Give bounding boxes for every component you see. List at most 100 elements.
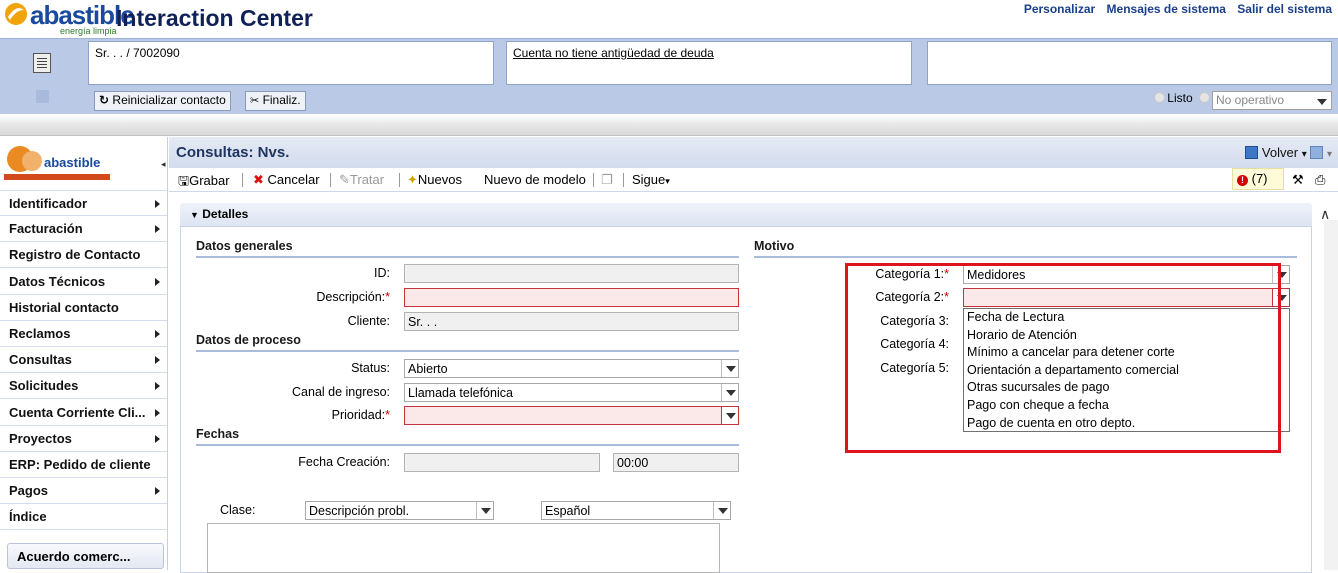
customer-text: Sr. . . / 7002090	[95, 46, 180, 60]
reset-contact-button[interactable]: ↻ Reinicializar contacto	[94, 91, 231, 111]
description-textarea[interactable]	[207, 523, 720, 573]
toolbar-divider	[330, 173, 331, 187]
back-button[interactable]: Volver ▾ ▾	[1245, 145, 1332, 160]
status-select[interactable]: No operativo	[1212, 91, 1332, 110]
copy-icon[interactable]: ❐	[601, 172, 613, 188]
process-data-title: Datos de proceso	[196, 333, 739, 352]
chevron-down-icon[interactable]	[721, 407, 738, 424]
sidebar-item[interactable]: ERP: Pedido de cliente	[0, 452, 167, 478]
window-icon[interactable]	[1310, 146, 1324, 159]
more-label: Sigue	[632, 172, 666, 187]
sidebar-logo-text: abastible	[44, 155, 100, 170]
sidebar-item-label: Solicitudes	[9, 378, 79, 394]
finalize-button[interactable]: ✂ Finaliz.	[245, 91, 306, 111]
more-button[interactable]: Sigue▾	[632, 172, 670, 187]
separator-band	[0, 114, 1338, 136]
status-label: Status:	[351, 361, 390, 375]
description-label: Descripción:*	[316, 290, 390, 304]
back-label: Volver	[1261, 145, 1299, 160]
chevron-down-icon[interactable]: ▾	[1327, 149, 1332, 160]
square-icon	[36, 90, 49, 103]
extra-info-box	[927, 41, 1332, 85]
new-template-button[interactable]: Nuevo de modelo	[484, 172, 586, 187]
toolbar-divider	[623, 173, 624, 187]
channel-value: Llamada telefónica	[408, 386, 513, 400]
context-panel: Sr. . . / 7002090 Cuenta no tiene antigü…	[0, 38, 1338, 114]
id-label: ID:	[374, 266, 390, 280]
priority-select[interactable]	[404, 406, 739, 425]
sidebar-item-label: Historial contacto	[9, 299, 119, 315]
agreement-button[interactable]: Acuerdo comerc...	[7, 543, 164, 569]
sidebar-item-label: Reclamos	[9, 326, 71, 341]
process-button[interactable]: ✎Tratar	[339, 172, 384, 188]
id-field[interactable]	[404, 264, 739, 283]
details-header[interactable]: ▼ Detalles	[180, 203, 1312, 227]
debt-notice-box: Cuenta no tiene antigüedad de deuda	[506, 41, 912, 85]
sidebar-item[interactable]: Identificador	[0, 190, 167, 216]
notes-icon[interactable]	[33, 53, 51, 73]
creation-time-field[interactable]: 00:00	[613, 453, 739, 472]
system-messages-link[interactable]: Mensajes de sistema	[1107, 2, 1226, 16]
agent-status: Listo No operativo	[1154, 91, 1332, 111]
logout-link[interactable]: Salir del sistema	[1237, 2, 1332, 16]
channel-label: Canal de ingreso:	[292, 385, 390, 399]
ready-label: Listo	[1167, 91, 1193, 105]
sidebar-item[interactable]: Facturación	[0, 216, 167, 243]
description-label-text: Descripción:	[316, 290, 386, 304]
sidebar-item[interactable]: Consultas	[0, 347, 167, 374]
sidebar-item[interactable]: Datos Técnicos	[0, 268, 167, 295]
sidebar-item-label: Identificador	[9, 196, 88, 211]
ready-radio[interactable]	[1154, 92, 1166, 103]
personalize-link[interactable]: Personalizar	[1024, 2, 1095, 16]
client-field[interactable]: Sr. . .	[404, 312, 739, 331]
wrench-icon[interactable]: ⚒	[1292, 172, 1304, 188]
sidebar-item[interactable]: Solicitudes	[0, 373, 167, 400]
toolbar: 🖫Grabar ✖ Cancelar ✎Tratar ✦Nuevos Nuevo…	[169, 168, 1338, 192]
sidebar-item[interactable]: Reclamos	[0, 321, 167, 347]
not-operational-radio[interactable]	[1199, 92, 1210, 103]
description-input[interactable]	[404, 288, 739, 307]
chevron-down-icon[interactable]	[721, 384, 738, 401]
client-label: Cliente:	[347, 314, 390, 328]
toolbar-divider	[242, 173, 243, 187]
save-icon: 🖫	[178, 173, 190, 188]
toolbar-divider	[593, 173, 594, 187]
customer-info-box: Sr. . . / 7002090	[88, 41, 494, 85]
scrollbar-track[interactable]	[1324, 220, 1338, 570]
class-label: Clase:	[220, 503, 256, 517]
language-select[interactable]: Español	[541, 501, 731, 520]
sidebar-item-label: Pagos	[9, 483, 49, 499]
channel-select[interactable]: Llamada telefónica	[404, 383, 739, 402]
cancel-button[interactable]: ✖ Cancelar	[253, 172, 320, 188]
highlight-box	[845, 263, 1281, 453]
save-label: Grabar	[189, 173, 230, 188]
chevron-down-icon[interactable]	[476, 502, 493, 519]
cancel-label: Cancelar	[267, 172, 320, 187]
new-button[interactable]: ✦Nuevos	[407, 172, 462, 188]
chevron-down-icon[interactable]	[713, 502, 730, 519]
new-icon: ✦	[407, 172, 418, 187]
print-icon[interactable]: ⎙	[1315, 172, 1325, 188]
save-button[interactable]: 🖫Grabar	[178, 172, 230, 194]
sidebar-item[interactable]: Historial contacto	[0, 294, 167, 321]
sidebar-item[interactable]: Pagos	[0, 478, 167, 505]
sidebar-item[interactable]: Proyectos	[0, 425, 167, 452]
language-value: Español	[545, 504, 591, 518]
reason-title: Motivo	[754, 239, 1297, 258]
app-title: Interaction Center	[116, 5, 313, 31]
status-select[interactable]: Abierto	[404, 359, 739, 378]
sidebar-item[interactable]: Cuenta Corriente Cli...	[0, 399, 167, 426]
class-select[interactable]: Descripción probl.	[305, 501, 494, 520]
sidebar-item[interactable]: Índice	[0, 504, 167, 531]
collapse-sidebar-icon[interactable]: ◂	[161, 159, 166, 170]
chevron-right-icon	[155, 408, 160, 417]
messages-badge[interactable]: ! (7)	[1232, 168, 1284, 190]
chevron-down-icon[interactable]	[721, 360, 738, 377]
debt-notice-link[interactable]: Cuenta no tiene antigüedad de deuda	[513, 46, 714, 60]
sidebar-item-label: Cuenta Corriente Cli...	[9, 404, 146, 420]
chevron-down-icon[interactable]: ▾	[1302, 149, 1307, 160]
creation-date-field[interactable]	[404, 453, 600, 472]
sidebar-item[interactable]: Registro de Contacto	[0, 242, 167, 269]
chevron-right-icon	[155, 225, 160, 234]
toolbar-divider	[399, 173, 400, 187]
